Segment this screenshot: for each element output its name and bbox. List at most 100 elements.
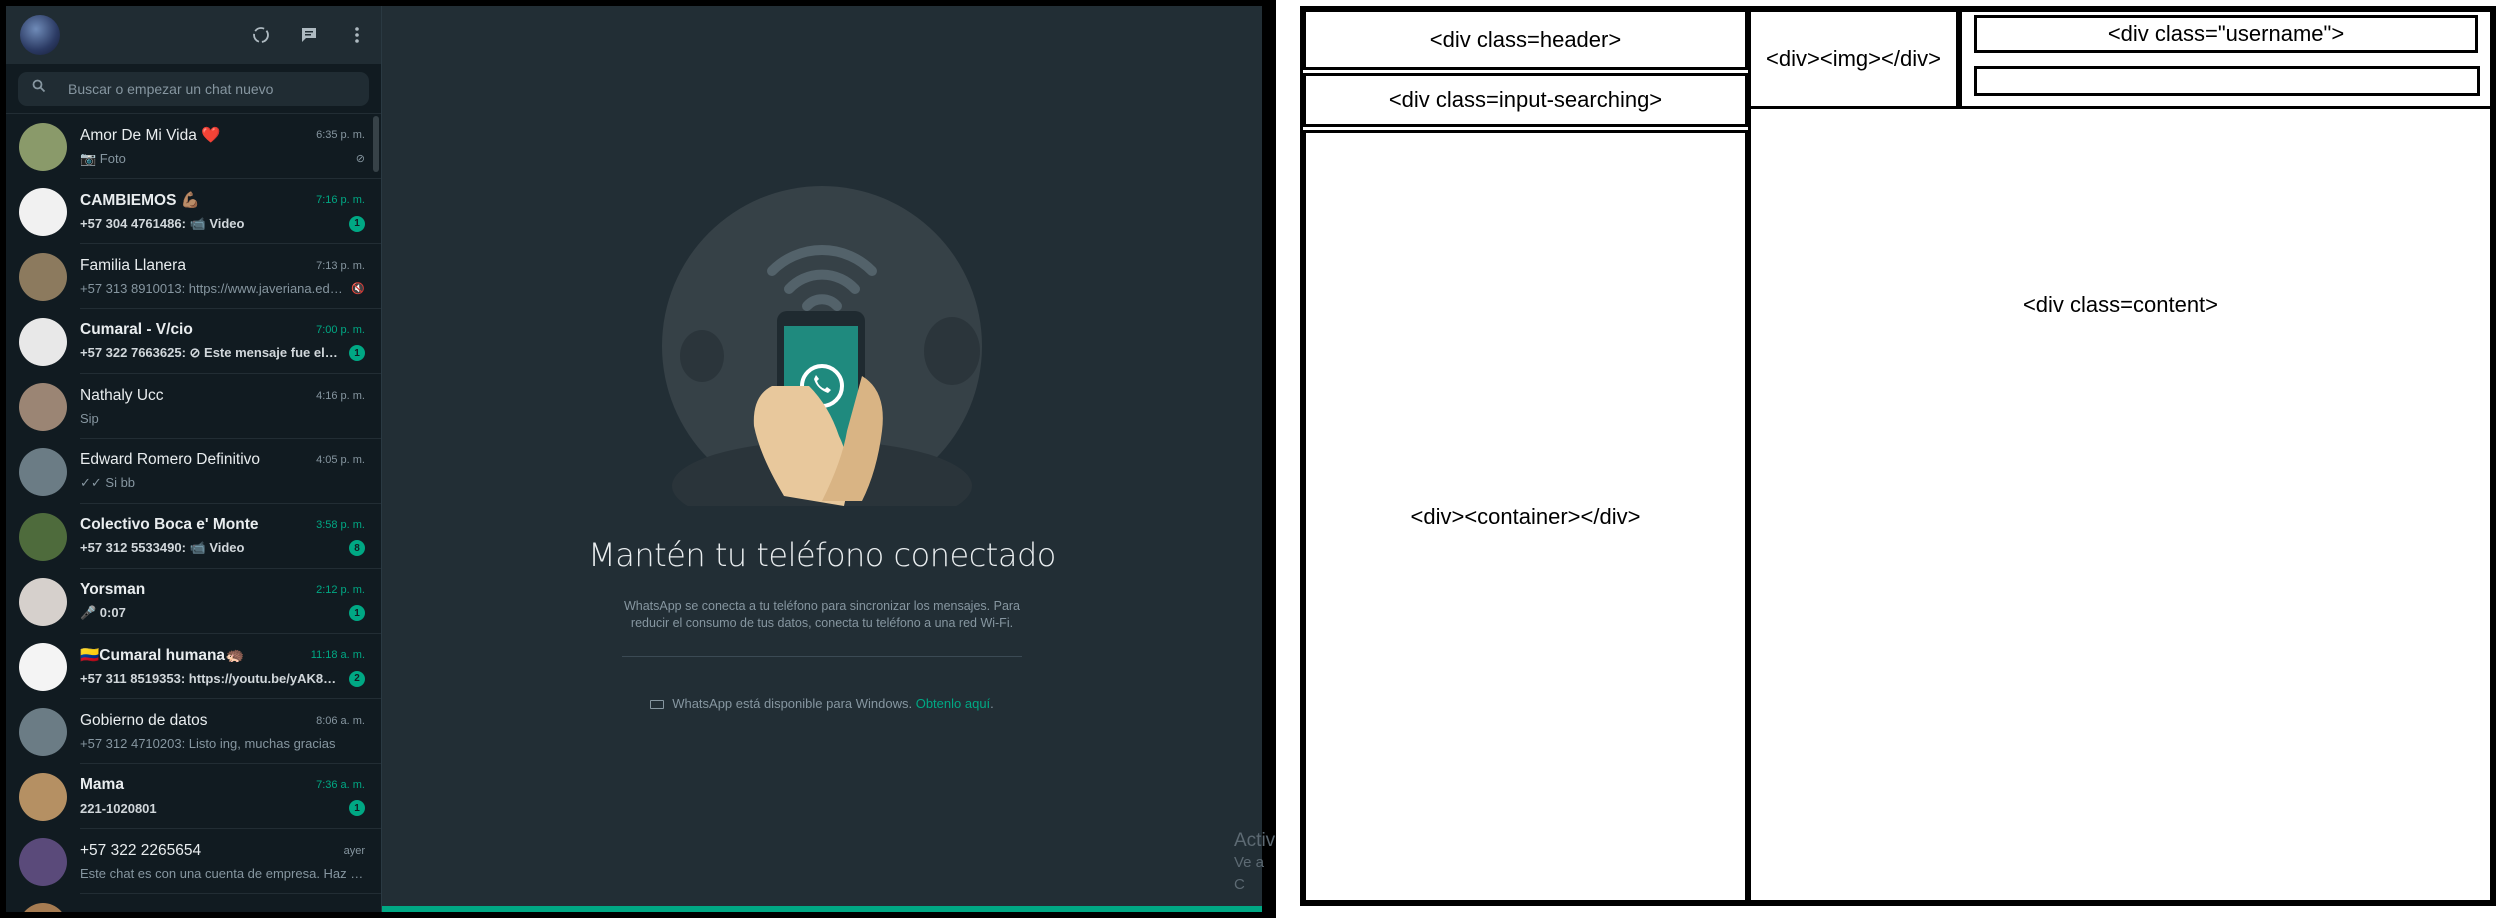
chat-body: +57 322 2265654 ayer Este chat es con una … [80, 829, 381, 894]
chat-item[interactable]: Gobierno de datos 8:06 a. m. +57 312 47102… [6, 699, 381, 764]
phone-connected-illustration [662, 186, 982, 506]
chat-item[interactable]: Lesndroayer [6, 894, 381, 912]
chat-row-top: Nathaly Ucc 4:16 p. m. [80, 387, 365, 405]
chat-time: 11:18 a. m. [310, 649, 365, 661]
laptop-icon [650, 700, 665, 709]
chat-preview: Este chat es con una cuenta de empresa. … [80, 865, 365, 881]
chat-name: +57 322 2265654 [80, 841, 202, 859]
chat-body: CAMBIEMOS 💪🏽 7:16 p. m. +57 304 4761486: 📹… [80, 179, 381, 244]
chat-avatar [19, 837, 67, 886]
chat-avatar [19, 382, 67, 431]
whatsapp-screenshot: Amor De Mi Vida ❤️ 6:35 p. m. 📷 Foto ⊘ CAMBI… [0, 0, 1276, 918]
unread-badge: 2 [349, 670, 365, 687]
chat-avatar [19, 707, 67, 756]
chat-name: CAMBIEMOS 💪🏽 [80, 191, 201, 209]
wf-header-box: <div class=header> [1303, 9, 1748, 70]
chat-name: Familia Llanera [80, 256, 186, 274]
chat-preview: 📷 Foto [80, 150, 126, 166]
wf-content-label: <div class=content> [2022, 292, 2219, 317]
chat-avatar [19, 902, 67, 912]
wf-username-box: <div class="username"> [1974, 15, 2478, 53]
chat-body: Yorsman 2:12 p. m. 🎤 0:07 1 [80, 569, 381, 634]
chat-body: Mama 7:36 a. m. 221-1020801 1 [80, 764, 381, 829]
chat-row-top: CAMBIEMOS 💪🏽 7:16 p. m. [80, 191, 365, 210]
chat-preview: ✓✓ Si bb [80, 475, 136, 490]
chat-item[interactable]: Amor De Mi Vida ❤️ 6:35 p. m. 📷 Foto ⊘ [6, 114, 381, 179]
chat-body: 🇨🇴Cumaral humana🦔 11:18 a. m. +57 311 8519… [80, 634, 381, 699]
watermark-line1: Activ [1234, 830, 1276, 851]
chat-body: Edward Romero Definitivo 4:05 p. m. ✓✓ Si … [80, 439, 381, 504]
search-box[interactable] [18, 71, 369, 106]
chat-status-icon: ⊘ [355, 153, 365, 165]
search-icon [32, 79, 46, 98]
chat-status-icon: 🔇 [351, 282, 365, 295]
search-input[interactable] [68, 80, 348, 97]
menu-icon[interactable] [347, 25, 367, 45]
chat-list[interactable]: Amor De Mi Vida ❤️ 6:35 p. m. 📷 Foto ⊘ CAMBI… [6, 114, 381, 912]
chat-time: 7:13 p. m. [316, 259, 365, 272]
wf-user-area: <div class="username"> [1959, 9, 2493, 109]
chat-item[interactable]: 🇨🇴Cumaral humana🦔 11:18 a. m. +57 311 8519… [6, 634, 381, 699]
profile-avatar[interactable] [20, 15, 60, 55]
chat-preview: 221-1020801 [80, 800, 157, 816]
windows-available-note: WhatsApp está disponible para Windows. O… [382, 696, 1262, 711]
chat-avatar [19, 122, 67, 171]
wf-header-label: <div class=header> [1429, 26, 1622, 52]
chat-body: Amor De Mi Vida ❤️ 6:35 p. m. 📷 Foto ⊘ [80, 114, 381, 179]
chat-row-bottom: +57 313 8910013: https://www.javeriana.e… [80, 281, 365, 296]
chat-item[interactable]: Nathaly Ucc 4:16 p. m. Sip [6, 374, 381, 439]
new-chat-icon[interactable] [299, 25, 319, 45]
chat-time: 7:36 a. m. [316, 779, 365, 791]
chat-time: ayer [343, 844, 365, 857]
chat-row-top: Familia Llanera 7:13 p. m. [80, 257, 365, 275]
wf-input-searching-box: <div class=input-searching> [1303, 73, 1748, 127]
chat-row-bottom: Este chat es con una cuenta de empresa. … [80, 866, 365, 881]
chat-avatar [19, 577, 67, 626]
chat-item[interactable]: Yorsman 2:12 p. m. 🎤 0:07 1 [6, 569, 381, 634]
chat-name: Gobierno de datos [80, 711, 208, 729]
wf-input-searching-label: <div class=input-searching> [1388, 87, 1663, 112]
chat-time: 7:16 p. m. [316, 194, 365, 206]
chat-item[interactable]: CAMBIEMOS 💪🏽 7:16 p. m. +57 304 4761486: 📹… [6, 179, 381, 244]
chat-row-top: 🇨🇴Cumaral humana🦔 11:18 a. m. [80, 646, 365, 665]
chat-body: Lesndroayer [80, 894, 381, 912]
chat-time: 3:58 p. m. [316, 519, 365, 531]
chat-name: Nathaly Ucc [80, 386, 164, 404]
wf-img-label: <div><img></div> [1766, 46, 1941, 71]
windows-period: . [990, 696, 994, 711]
chat-name: Edward Romero Definitivo [80, 451, 261, 468]
header-icons [251, 25, 367, 45]
chat-preview: +57 322 7663625: ⊘ Este mensaje fue elim… [80, 345, 341, 360]
chat-row-bottom: +57 311 8519353: https://youtu.be/yAK81M… [80, 670, 365, 687]
chat-row-bottom: +57 322 7663625: ⊘ Este mensaje fue elim… [80, 345, 365, 361]
status-icon[interactable] [251, 25, 271, 45]
chat-preview: 🎤 0:07 [80, 605, 126, 620]
unread-badge: 8 [349, 540, 365, 556]
chat-avatar [19, 252, 67, 301]
intro-pane: Mantén tu teléfono conectado WhatsApp se… [382, 6, 1262, 912]
chat-avatar [19, 187, 67, 236]
scrollbar-thumb[interactable] [373, 116, 379, 172]
get-it-here-link[interactable]: Obtenlo aquí [916, 696, 990, 711]
chat-row-top: +57 322 2265654 ayer [80, 842, 365, 860]
chat-row-top: Amor De Mi Vida ❤️ 6:35 p. m. [80, 126, 365, 145]
windows-text: WhatsApp está disponible para Windows. [672, 696, 913, 711]
chat-item[interactable]: Cumaral - V/cio 7:00 p. m. +57 322 7663625… [6, 309, 381, 374]
layout-wireframe: <div class=header> <div class=input-sear… [1300, 6, 2496, 906]
chat-item[interactable]: Familia Llanera 7:13 p. m. +57 313 8910013… [6, 244, 381, 309]
wf-container-box: <div><container></div> [1303, 130, 1748, 903]
chat-avatar [19, 512, 67, 561]
chat-time: 8:06 a. m. [316, 714, 365, 727]
chat-item[interactable]: +57 322 2265654 ayer Este chat es con una … [6, 829, 381, 894]
chat-item[interactable]: Mama 7:36 a. m. 221-1020801 1 [6, 764, 381, 829]
chat-row-top: Mama 7:36 a. m. [80, 776, 365, 794]
unread-badge: 1 [349, 800, 365, 816]
chat-item[interactable]: Edward Romero Definitivo 4:05 p. m. ✓✓ Si … [6, 439, 381, 504]
chat-row-bottom: +57 312 5533490: 📹 Video 8 [80, 540, 365, 556]
chat-item[interactable]: Colectivo Boca e' Monte 3:58 p. m. +57 312… [6, 504, 381, 569]
sidebar: Amor De Mi Vida ❤️ 6:35 p. m. 📷 Foto ⊘ CAMBI… [6, 6, 382, 912]
search-bar [6, 64, 381, 114]
unread-badge: 1 [349, 345, 365, 361]
unread-badge: 1 [349, 605, 365, 621]
wf-status-box [1974, 66, 2480, 96]
